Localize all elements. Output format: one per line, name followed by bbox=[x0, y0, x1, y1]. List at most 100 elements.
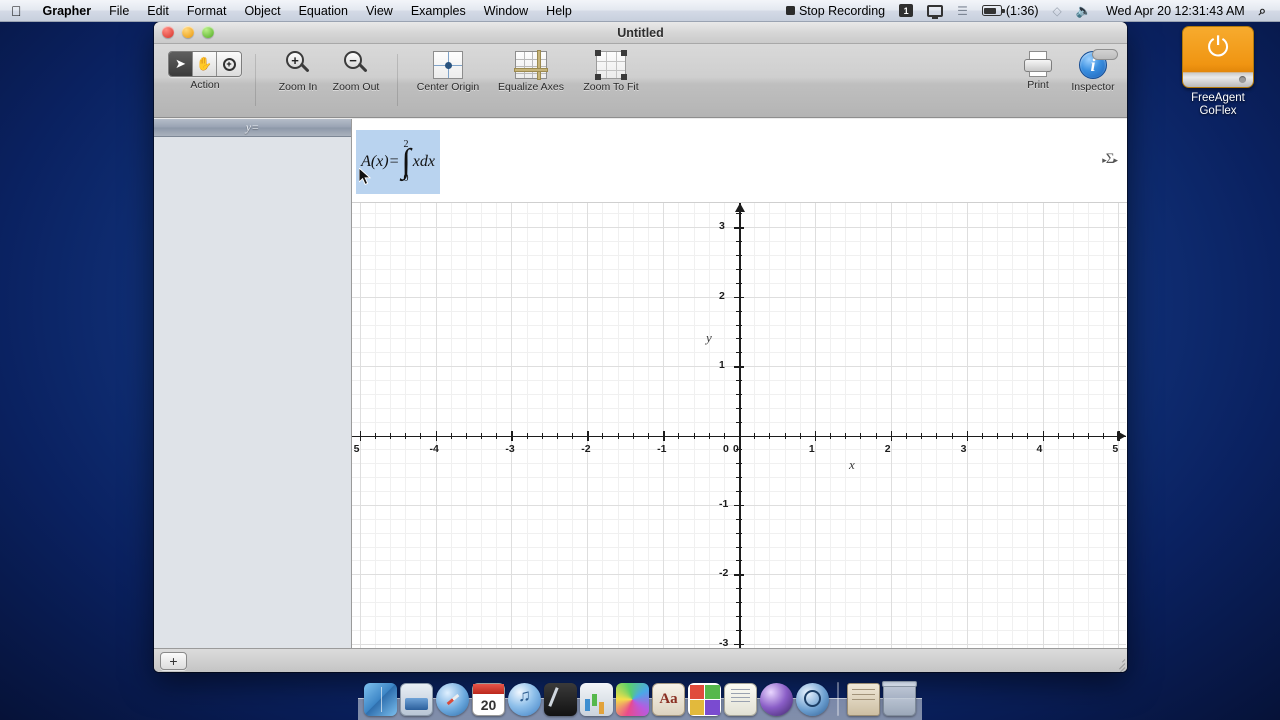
display-mirroring-icon bbox=[927, 4, 944, 19]
equation-selected-item[interactable]: A(x)= 2 ∫ 0 xdx bbox=[356, 130, 440, 194]
resize-grip[interactable] bbox=[1111, 656, 1126, 672]
dock-item-trash[interactable] bbox=[882, 681, 917, 716]
menu-equation[interactable]: Equation bbox=[290, 2, 357, 20]
zoom-out-label: Zoom Out bbox=[332, 81, 380, 93]
dock-item-windows[interactable] bbox=[688, 683, 721, 716]
stop-recording-menu[interactable]: Stop Recording bbox=[779, 4, 892, 18]
x-minor-tick bbox=[496, 432, 498, 439]
wifi-menu[interactable]: ◇ bbox=[1046, 4, 1069, 18]
apple-menu-icon[interactable]:  bbox=[0, 4, 34, 18]
x-major-tick bbox=[435, 430, 438, 441]
zoom-out-button[interactable]: − Zoom Out bbox=[323, 51, 389, 93]
dock-item-calendar[interactable]: 20 bbox=[472, 683, 505, 716]
x-tick-label: -4 bbox=[429, 442, 439, 455]
x-tick-label: -1 bbox=[657, 442, 667, 455]
y-tick-label: -2 bbox=[719, 567, 729, 580]
window-body: y= A(x)= 2 ∫ 0 xdx ▸Σ▸ 5 -4 -3 -2 -1 0 1… bbox=[154, 119, 1127, 648]
usb-external-drive-icon: ⏻ bbox=[1182, 26, 1254, 88]
menu-object[interactable]: Object bbox=[235, 2, 289, 20]
clock-menu[interactable]: Wed Apr 20 12:31:43 AM bbox=[1099, 4, 1252, 18]
menu-view[interactable]: View bbox=[357, 2, 402, 20]
zoom-button[interactable] bbox=[202, 26, 214, 38]
dock-item-dictionary[interactable]: Aa bbox=[652, 683, 685, 716]
y-minor-tick bbox=[736, 546, 742, 548]
print-button[interactable]: Print bbox=[1016, 51, 1060, 91]
zoom-to-fit-icon bbox=[595, 50, 627, 80]
calendar-header bbox=[473, 684, 504, 694]
grid-major-vertical bbox=[511, 203, 513, 648]
menu-format[interactable]: Format bbox=[178, 2, 236, 20]
y-major-tick bbox=[734, 504, 744, 507]
bluetooth-menu[interactable]: ☰ bbox=[950, 4, 975, 18]
volume-menu[interactable]: 🔈 bbox=[1069, 3, 1099, 19]
y-minor-tick bbox=[736, 393, 742, 395]
y-minor-tick bbox=[736, 463, 742, 465]
x-minor-tick bbox=[450, 432, 452, 439]
zoom-to-fit-button[interactable]: Zoom To Fit bbox=[573, 50, 649, 93]
sidebar-equation-list[interactable] bbox=[154, 137, 351, 648]
menu-file[interactable]: File bbox=[100, 2, 138, 20]
menu-examples[interactable]: Examples bbox=[402, 2, 475, 20]
dock-item-preview-magnifier[interactable] bbox=[796, 683, 829, 716]
zoom-in-icon: + bbox=[284, 51, 312, 79]
spotlight-menu[interactable]: ⌕ bbox=[1252, 3, 1273, 19]
dock-item-itunes[interactable] bbox=[508, 683, 541, 716]
print-label: Print bbox=[1027, 79, 1049, 91]
x-major-tick bbox=[739, 430, 741, 441]
pointer-tool-button[interactable]: ➤ bbox=[169, 52, 193, 76]
minimize-button[interactable] bbox=[182, 26, 194, 38]
dock-item-sketchbook[interactable] bbox=[544, 683, 577, 716]
desktop-drive-icon[interactable]: ⏻ FreeAgent GoFlex bbox=[1172, 22, 1264, 118]
dock-item-preview[interactable] bbox=[400, 683, 433, 716]
dock-item-safari[interactable] bbox=[436, 683, 469, 716]
equalize-axes-button[interactable]: Equalize Axes bbox=[491, 50, 571, 93]
dock-item-finder[interactable] bbox=[364, 683, 397, 716]
equation-bar[interactable]: A(x)= 2 ∫ 0 xdx ▸Σ▸ bbox=[352, 119, 1127, 203]
display-mirroring-menu[interactable] bbox=[920, 4, 950, 19]
y-minor-tick bbox=[736, 380, 742, 381]
battery-menu[interactable]: (1:36) bbox=[975, 4, 1046, 18]
integral-lower-limit: 0 bbox=[403, 173, 409, 185]
hand-tool-button[interactable]: ✋ bbox=[193, 52, 217, 76]
x-minor-tick bbox=[389, 432, 391, 439]
zoom-in-button[interactable]: + Zoom In bbox=[267, 51, 329, 93]
x-tick-label: -2 bbox=[581, 442, 591, 455]
dock-item-grapher[interactable] bbox=[616, 683, 649, 716]
summation-palette-button[interactable]: ▸Σ▸ bbox=[1102, 151, 1118, 168]
graph-canvas[interactable]: 5 -4 -3 -2 -1 0 1 2 3 4 5 -3 -2 -1 1 2 3 0 x y bbox=[352, 203, 1126, 648]
dock-item-downloads-stack[interactable] bbox=[847, 683, 880, 716]
grid-major-vertical bbox=[890, 203, 892, 648]
x-minor-tick bbox=[420, 432, 422, 439]
menu-help[interactable]: Help bbox=[537, 2, 581, 20]
dock-item-numbers[interactable] bbox=[580, 683, 613, 716]
dock-item-sphere-app[interactable] bbox=[760, 683, 793, 716]
x-major-tick bbox=[587, 430, 589, 441]
toolbar-toggle-pill[interactable] bbox=[1092, 49, 1118, 60]
record-stop-icon bbox=[785, 6, 795, 15]
x-minor-tick bbox=[1072, 432, 1074, 439]
y-major-tick bbox=[734, 296, 744, 299]
zoom-to-fit-label: Zoom To Fit bbox=[583, 81, 639, 93]
menu-app-name[interactable]: Grapher bbox=[34, 2, 101, 20]
y-minor-tick bbox=[736, 629, 742, 631]
action-segmented-control[interactable]: ➤ ✋ + bbox=[168, 51, 242, 77]
calendar-day: 20 bbox=[480, 696, 497, 713]
x-minor-tick bbox=[1027, 432, 1029, 439]
dock-item-notes[interactable] bbox=[724, 683, 757, 716]
menu-bar:  Grapher File Edit Format Object Equati… bbox=[0, 0, 1280, 22]
x-minor-tick bbox=[647, 432, 649, 439]
magnifier-tool-button[interactable]: + bbox=[217, 52, 241, 76]
menu-edit[interactable]: Edit bbox=[138, 2, 178, 20]
center-origin-button[interactable]: Center Origin bbox=[406, 51, 490, 93]
x-minor-tick bbox=[572, 432, 574, 439]
y-minor-tick bbox=[736, 282, 742, 284]
x-major-tick bbox=[511, 430, 513, 441]
battery-icon bbox=[981, 5, 1005, 16]
y-minor-tick bbox=[736, 352, 742, 354]
x-minor-tick bbox=[465, 432, 467, 439]
window-titlebar[interactable]: Untitled bbox=[154, 22, 1127, 44]
add-equation-button[interactable]: + bbox=[160, 651, 187, 670]
input-source-menu[interactable]: 1 bbox=[892, 4, 920, 17]
close-button[interactable] bbox=[162, 26, 174, 38]
menu-window[interactable]: Window bbox=[475, 2, 537, 20]
